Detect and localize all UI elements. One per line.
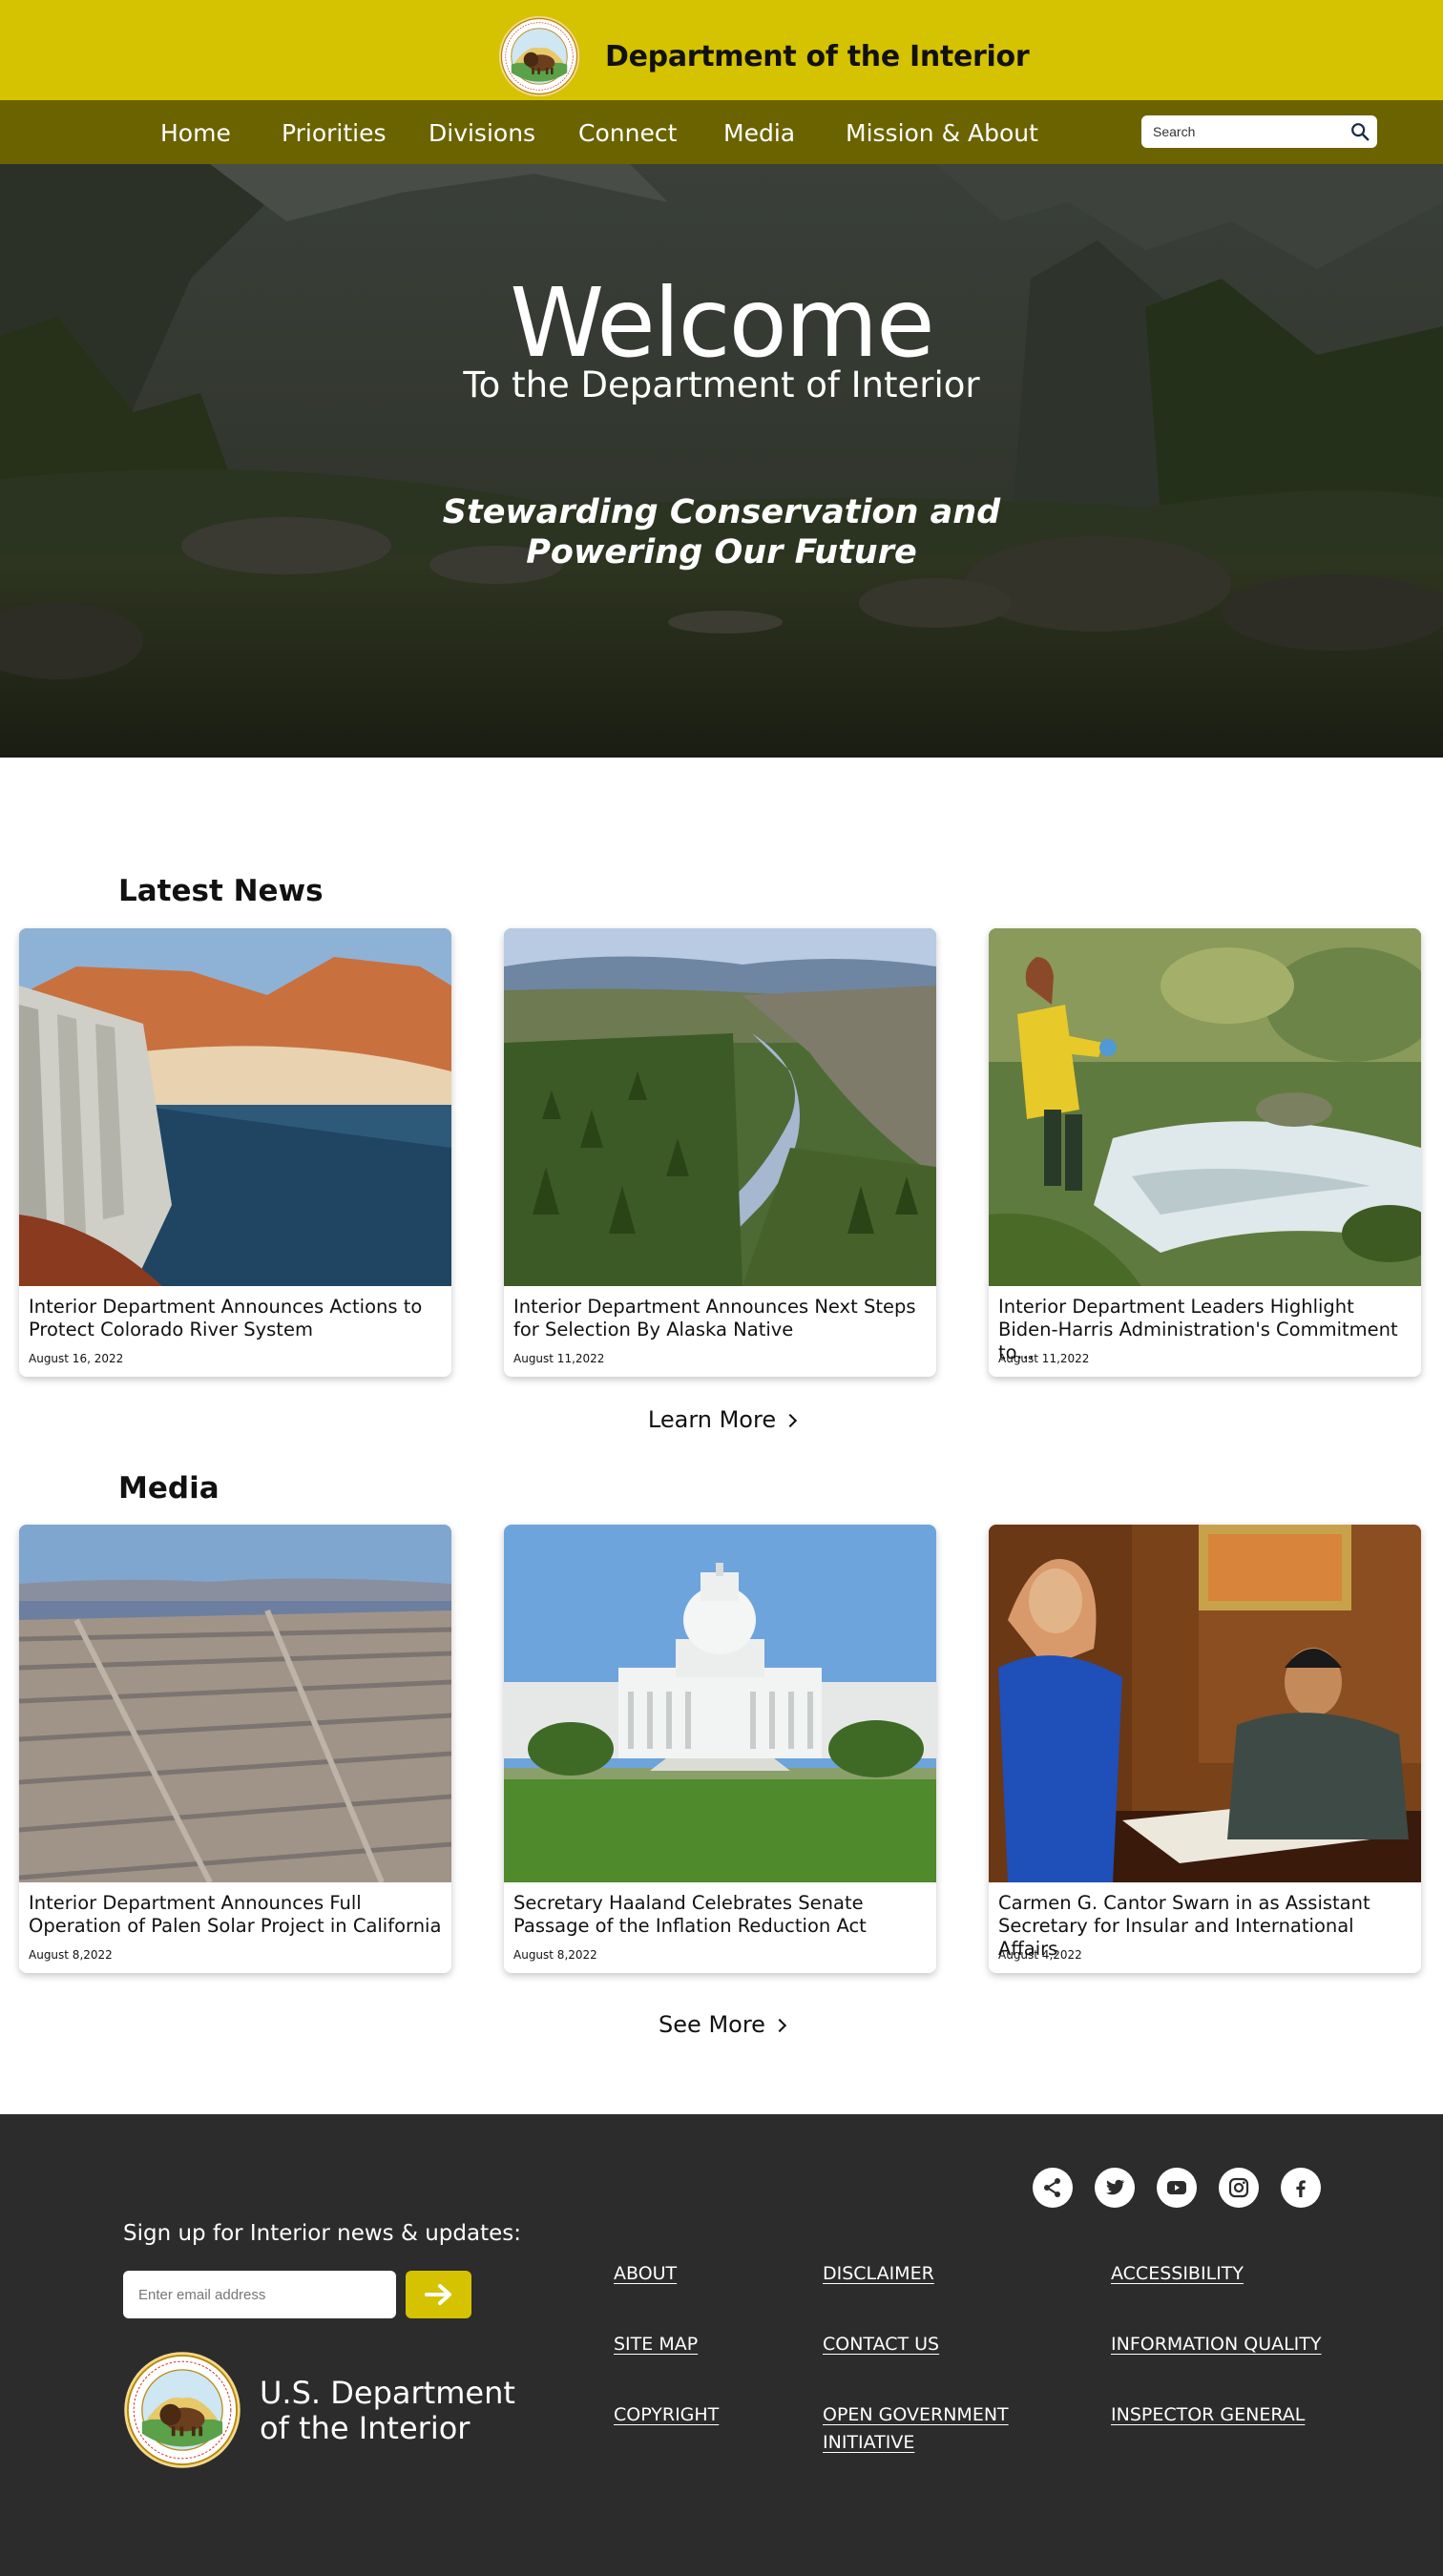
- footer-brand-line2: of the Interior: [260, 2410, 471, 2446]
- hero-banner: Welcome To the Department of Interior St…: [0, 164, 1443, 758]
- nav-item-mission-about[interactable]: Mission & About: [846, 119, 1038, 147]
- footer-link-copyright[interactable]: COPYRIGHT: [614, 2401, 719, 2429]
- media-heading: Media: [118, 1471, 220, 1506]
- media-card[interactable]: Secretary Haaland Celebrates Senate Pass…: [504, 1525, 936, 1973]
- hero-subtitle: To the Department of Interior: [463, 364, 980, 405]
- learn-more-link[interactable]: Learn More: [578, 1406, 865, 1433]
- media-card[interactable]: Interior Department Announces Full Opera…: [19, 1525, 451, 1973]
- main-nav: Home Priorities Divisions Connect Media …: [0, 100, 1443, 164]
- footer-link-accessibility[interactable]: ACCESSIBILITY: [1111, 2260, 1244, 2288]
- media-card-title: Interior Department Announces Full Opera…: [29, 1892, 442, 1937]
- hero-tagline: Stewarding Conservation and Powering Our…: [442, 493, 1001, 571]
- learn-more-label: Learn More: [647, 1406, 777, 1433]
- email-field[interactable]: [123, 2271, 396, 2318]
- footer-link-about[interactable]: ABOUT: [614, 2260, 677, 2288]
- media-card-date: August 4,2022: [998, 1948, 1082, 1962]
- footer-link-open-government[interactable]: OPEN GOVERNMENT INITIATIVE: [823, 2401, 1009, 2457]
- see-more-link[interactable]: See More: [578, 2011, 865, 2038]
- footer-brand-name: U.S. Department of the Interior: [260, 2376, 515, 2446]
- footer-link-site-map[interactable]: SITE MAP: [614, 2331, 698, 2358]
- media-card-title: Secretary Haaland Celebrates Senate Pass…: [513, 1892, 867, 1937]
- see-more-label: See More: [659, 2011, 765, 2038]
- media-card-date: August 8,2022: [29, 1948, 113, 1962]
- doi-seal-logo: [498, 15, 580, 97]
- news-card-date: August 16, 2022: [29, 1352, 124, 1365]
- media-image-capitol: [504, 1525, 936, 1882]
- share-icon[interactable]: [1033, 2168, 1073, 2208]
- twitter-icon[interactable]: [1095, 2168, 1135, 2208]
- youtube-icon[interactable]: [1157, 2168, 1197, 2208]
- footer-link-inspector-general[interactable]: INSPECTOR GENERAL: [1111, 2401, 1305, 2429]
- hero-welcome: Welcome: [510, 267, 934, 379]
- media-card[interactable]: Carmen G. Cantor Swarn in as Assistant S…: [989, 1525, 1421, 1973]
- media-card-date: August 8,2022: [513, 1948, 597, 1962]
- nav-item-divisions[interactable]: Divisions: [429, 119, 535, 147]
- facebook-icon[interactable]: [1281, 2168, 1321, 2208]
- news-card[interactable]: Interior Department Announces Next Steps…: [504, 928, 936, 1377]
- search-icon[interactable]: [1349, 121, 1370, 142]
- media-image-solar-field: [19, 1525, 451, 1882]
- search-box: [1141, 115, 1377, 148]
- email-submit-button[interactable]: [406, 2271, 471, 2318]
- site-brand[interactable]: Department of the Interior: [498, 15, 1030, 97]
- news-card[interactable]: Interior Department Announces Actions to…: [19, 928, 451, 1377]
- hero-background-image: [0, 164, 1443, 758]
- footer-link-contact-us[interactable]: CONTACT US: [823, 2331, 939, 2358]
- nav-item-media[interactable]: Media: [723, 119, 795, 147]
- news-card-date: August 11,2022: [513, 1352, 605, 1365]
- chevron-right-icon: [772, 2018, 787, 2033]
- footer-brand-line1: U.S. Department: [260, 2375, 515, 2411]
- nav-item-home[interactable]: Home: [160, 119, 231, 147]
- media-image-swearing-in: [989, 1525, 1421, 1882]
- news-image-alaska-river-valley: [504, 928, 936, 1286]
- search-input[interactable]: [1153, 115, 1344, 148]
- nav-item-priorities[interactable]: Priorities: [282, 119, 387, 147]
- footer-link-open-government-line2: INITIATIVE: [823, 2432, 915, 2453]
- footer-link-disclaimer[interactable]: DISCLAIMER: [823, 2260, 934, 2288]
- top-brand-bar: Department of the Interior: [0, 0, 1443, 100]
- site-footer: Sign up for Interior news & updates: U.S…: [0, 2114, 1443, 2576]
- instagram-icon[interactable]: [1219, 2168, 1259, 2208]
- news-card-title: Interior Department Announces Next Steps…: [513, 1296, 916, 1340]
- chevron-right-icon: [784, 1413, 798, 1428]
- latest-news-heading: Latest News: [118, 874, 324, 908]
- news-card-date: August 11,2022: [998, 1352, 1090, 1365]
- news-card-title: Interior Department Announces Actions to…: [29, 1296, 423, 1340]
- footer-link-open-government-line1: OPEN GOVERNMENT: [823, 2404, 1009, 2425]
- newsletter-signup-label: Sign up for Interior news & updates:: [123, 2221, 521, 2246]
- news-image-lake-powell-dam: [19, 928, 451, 1286]
- footer-link-information-quality[interactable]: INFORMATION QUALITY: [1111, 2331, 1322, 2358]
- nav-item-connect[interactable]: Connect: [578, 119, 677, 147]
- news-image-stream-sampling: [989, 928, 1421, 1286]
- site-title: Department of the Interior: [605, 39, 1030, 73]
- news-card[interactable]: Interior Department Leaders Highlight Bi…: [989, 928, 1421, 1377]
- arrow-right-icon: [425, 2284, 451, 2305]
- doi-seal-logo: [123, 2351, 241, 2469]
